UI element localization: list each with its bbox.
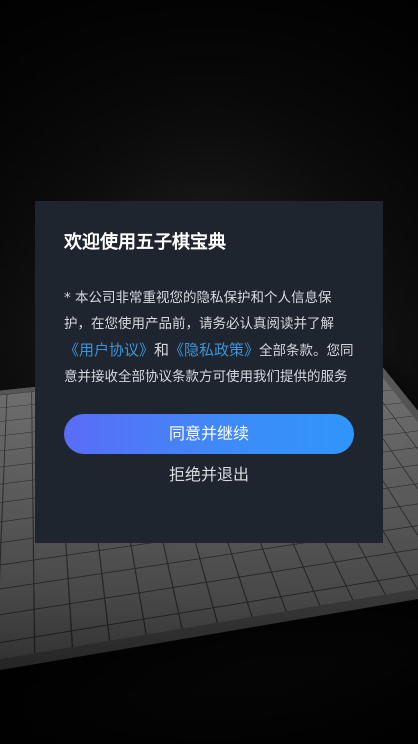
body-suffix-1: 全部条款。: [259, 343, 327, 359]
privacy-policy-link[interactable]: 《隐私政策》: [169, 341, 259, 359]
user-agreement-link[interactable]: 《用户协议》: [64, 341, 154, 359]
dialog-body-text: * 本公司非常重视您的隐私保护和个人信息保护，在您使用产品前，请务必认真阅读并了…: [64, 285, 354, 390]
app-screen: 欢迎使用五子棋宝典 * 本公司非常重视您的隐私保护和个人信息保护，在您使用产品前…: [0, 0, 418, 744]
dialog-title: 欢迎使用五子棋宝典: [64, 232, 226, 253]
conjunction-text: 和: [154, 341, 170, 359]
decline-exit-button[interactable]: 拒绝并退出: [64, 460, 354, 490]
privacy-consent-dialog: 欢迎使用五子棋宝典 * 本公司非常重视您的隐私保护和个人信息保护，在您使用产品前…: [35, 201, 383, 543]
body-prefix: * 本公司非常重视您的隐私保护和个人信息保护，在您使用产品前，请务必认真阅读并了…: [64, 290, 334, 332]
agree-continue-button[interactable]: 同意并继续: [64, 414, 354, 454]
